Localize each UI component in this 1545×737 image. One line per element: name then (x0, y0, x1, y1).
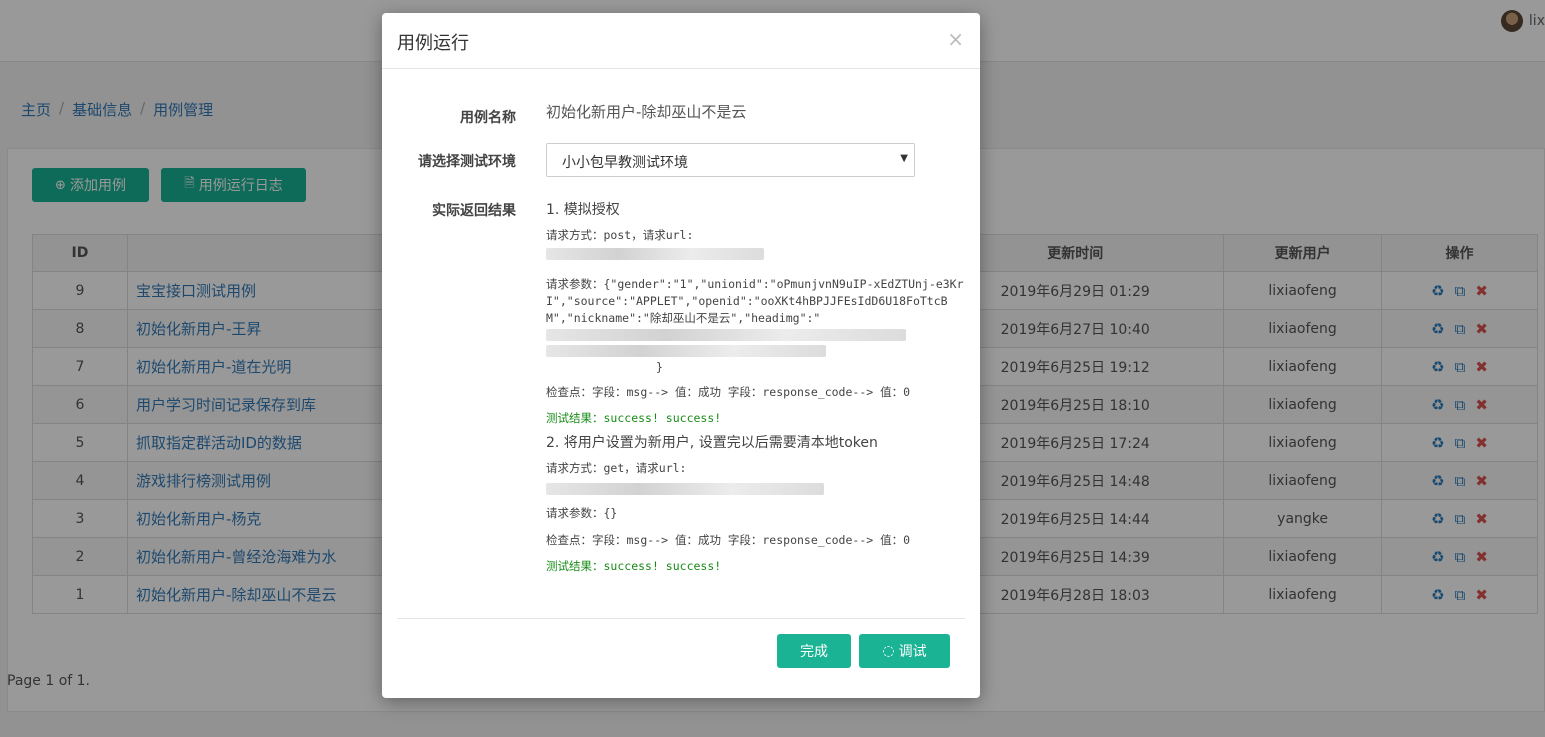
debug-button[interactable]: ◌ 调试 (859, 634, 950, 668)
modal-footer-divider (397, 618, 965, 619)
step-checkpoint: 检查点：字段：msg--> 值：成功 字段：response_code--> 值… (546, 385, 911, 399)
step-checkpoint: 检查点：字段：msg--> 值：成功 字段：response_code--> 值… (546, 533, 911, 547)
modal-header: 用例运行 × (382, 13, 980, 69)
run-case-modal: 用例运行 × 用例名称 初始化新用户-除却巫山不是云 请选择测试环境 小小包早教… (382, 13, 980, 698)
case-name-label: 用例名称 (460, 110, 516, 126)
chevron-down-icon: ▼ (900, 153, 908, 164)
debug-label: 调试 (898, 644, 927, 660)
env-label: 请选择测试环境 (418, 154, 516, 170)
redacted-params (546, 327, 966, 343)
step-params: 请求参数：{} (546, 506, 618, 520)
close-icon[interactable]: × (947, 27, 964, 51)
done-button[interactable]: 完成 (777, 634, 851, 668)
env-select-value: 小小包早教测试环境 (562, 155, 688, 171)
modal-title: 用例运行 (397, 33, 469, 54)
step-params: 请求参数：{"gender":"1","unionid":"oPmunjvnN9… (546, 277, 964, 325)
redacted-url (546, 481, 966, 497)
step-pass-result: 测试结果：success! success! (546, 559, 722, 573)
redacted-params (546, 343, 966, 359)
redacted-url (546, 246, 966, 262)
step-params-end: } (656, 360, 663, 374)
step-method: 请求方式：post，请求url: (546, 228, 694, 242)
step-title: 1. 模拟授权 (546, 202, 620, 218)
done-label: 完成 (800, 644, 828, 660)
step-method: 请求方式：get，请求url: (546, 461, 687, 475)
refresh-icon: ◌ (882, 643, 895, 659)
step-title: 2. 将用户设置为新用户, 设置完以后需要清本地token (546, 435, 878, 451)
case-name-value: 初始化新用户-除却巫山不是云 (546, 103, 747, 121)
step-pass-result: 测试结果：success! success! (546, 411, 722, 425)
env-select[interactable]: 小小包早教测试环境 ▼ (546, 143, 915, 177)
result-output: 1. 模拟授权 请求方式：post，请求url: 请求参数：{"gender":… (546, 199, 966, 574)
result-label: 实际返回结果 (432, 203, 516, 219)
